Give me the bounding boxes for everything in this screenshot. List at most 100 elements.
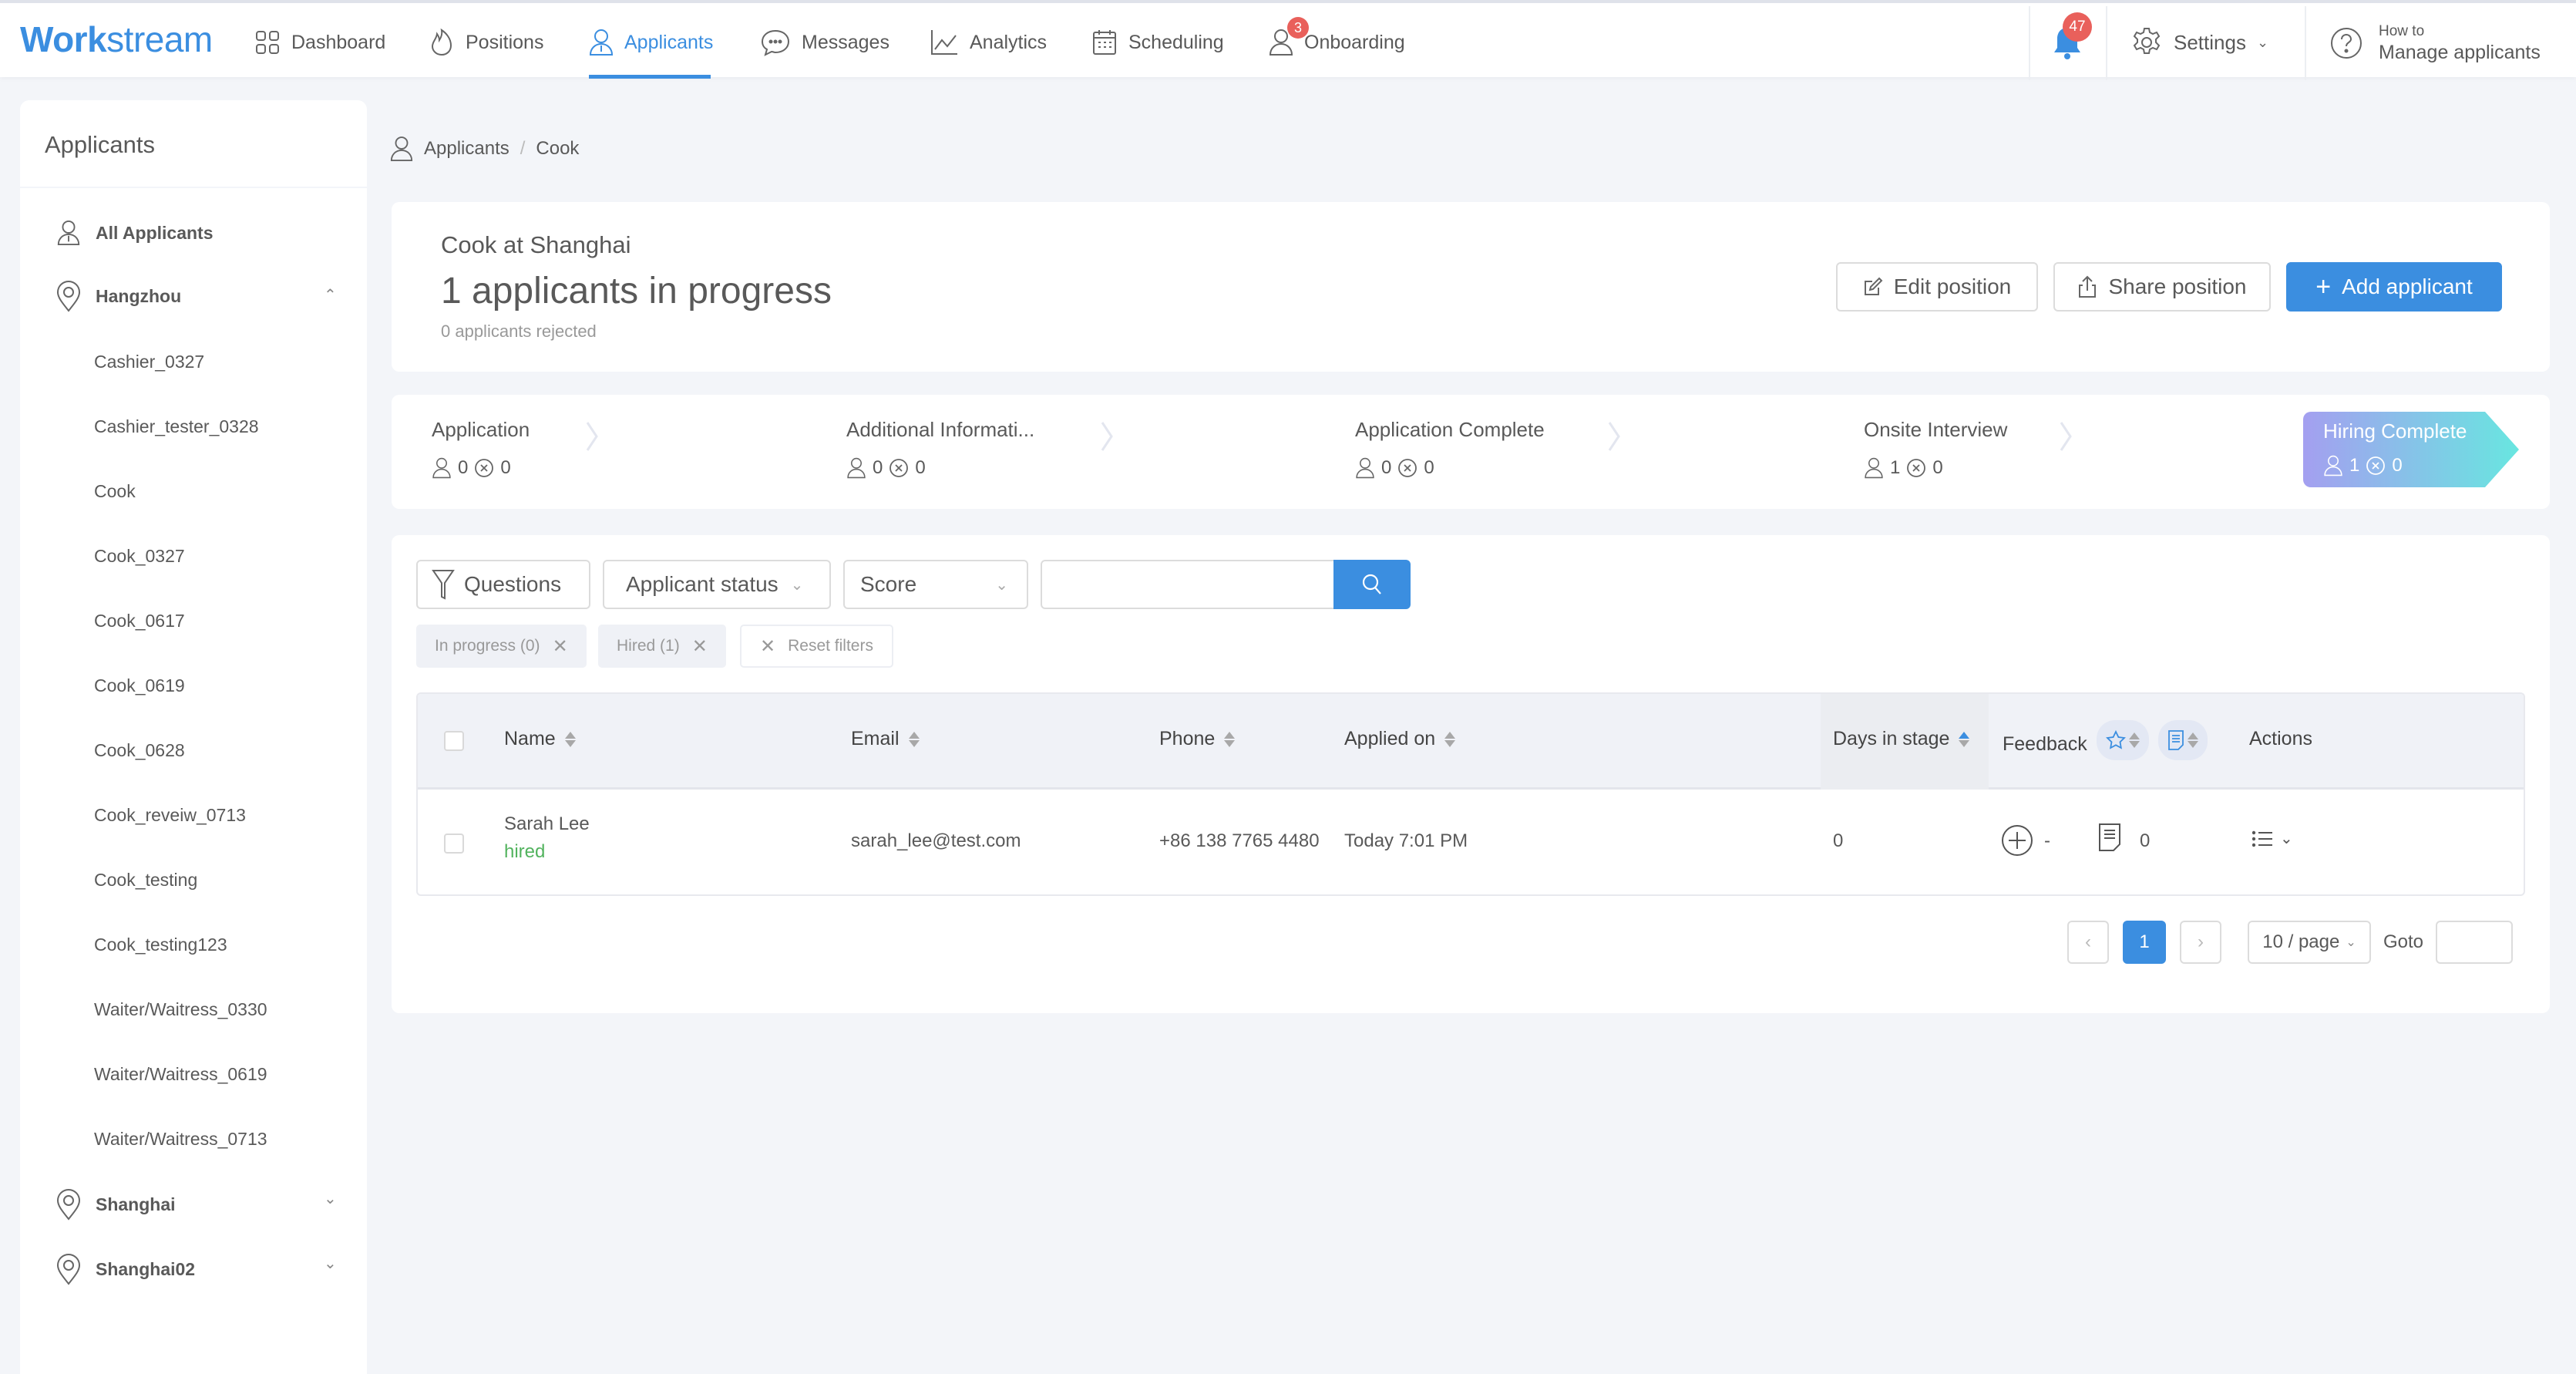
nav-applicants[interactable]: Applicants xyxy=(589,23,713,62)
column-email[interactable]: Email xyxy=(851,728,920,750)
sidebar-position[interactable]: Cook_0619 xyxy=(94,675,185,696)
edit-icon xyxy=(1864,277,1883,295)
sidebar-position[interactable]: Waiter/Waitress_0330 xyxy=(94,999,267,1020)
page-size-select[interactable]: 10 / page ⌄ xyxy=(2248,921,2371,964)
sidebar-location-hangzhou[interactable]: Hangzhou xyxy=(55,281,181,312)
nav-analytics[interactable]: Analytics xyxy=(930,23,1047,62)
stage-application[interactable]: Application 0 0 xyxy=(432,418,530,479)
add-score-button[interactable] xyxy=(2001,824,2033,857)
stage-arrow-icon xyxy=(586,422,598,451)
location-pin-icon xyxy=(56,281,81,312)
search-input[interactable] xyxy=(1041,560,1337,609)
applicant-icon xyxy=(390,136,413,161)
stage-arrow-icon xyxy=(1101,422,1113,451)
prev-page-button[interactable]: ‹ xyxy=(2067,921,2109,964)
sidebar-position[interactable]: Cook_reveiw_0713 xyxy=(94,805,246,826)
stage-applicant-count: 1 xyxy=(2349,455,2360,476)
star-icon xyxy=(2105,730,2126,749)
column-phone[interactable]: Phone xyxy=(1159,728,1236,750)
position-subtitle: Cook at Shanghai xyxy=(441,231,631,258)
sidebar-position[interactable]: Waiter/Waitress_0713 xyxy=(94,1129,267,1150)
sidebar-item-all-applicants[interactable]: All Applicants xyxy=(55,217,214,248)
filter-icon xyxy=(432,570,455,600)
chevron-down-icon[interactable]: ⌄ xyxy=(324,1189,337,1208)
stage-arrow-icon xyxy=(2060,422,2072,451)
position-header-card: Cook at Shanghai 1 applicants in progres… xyxy=(392,202,2550,372)
sidebar-position[interactable]: Cook_0327 xyxy=(94,546,185,567)
sort-by-notes-button[interactable] xyxy=(2157,720,2208,760)
stage-hiring-complete[interactable]: Hiring Complete 1 0 xyxy=(2303,412,2519,487)
score-dropdown[interactable]: Score ⌄ xyxy=(843,560,1028,609)
column-applied-on[interactable]: Applied on xyxy=(1344,728,1456,750)
help-link[interactable]: Manage applicants xyxy=(2379,42,2541,64)
sidebar-position[interactable]: Waiter/Waitress_0619 xyxy=(94,1064,267,1085)
add-applicant-button[interactable]: + Add applicant xyxy=(2286,262,2502,312)
workstream-logo[interactable]: Workstream xyxy=(20,19,213,60)
help-button[interactable] xyxy=(2329,26,2363,60)
sidebar-position[interactable]: Cook_testing xyxy=(94,870,197,891)
questions-filter-button[interactable]: Questions xyxy=(416,560,590,609)
applicant-icon xyxy=(1356,457,1374,479)
sidebar-position[interactable]: Cook xyxy=(94,481,136,502)
stage-onsite-interview[interactable]: Onsite Interview 1 0 xyxy=(1864,418,2007,479)
sidebar-title: Applicants xyxy=(45,131,156,158)
nav-messages[interactable]: Messages xyxy=(760,23,889,62)
top-nav: Workstream Dashboard Positions Applicant… xyxy=(0,0,2576,80)
filter-chip-in-progress: In progress (0) ✕ xyxy=(416,625,587,668)
nav-positions[interactable]: Positions xyxy=(429,23,543,62)
reset-filters-button[interactable]: ✕ Reset filters xyxy=(740,625,893,668)
table-row[interactable]: Sarah Lee hired sarah_lee@test.com +86 1… xyxy=(418,792,2524,894)
column-days-in-stage[interactable]: Days in stage xyxy=(1833,728,1970,750)
notifications-badge: 47 xyxy=(2063,12,2092,42)
stages-bar: Application 0 0 Additional Informati... … xyxy=(392,395,2550,509)
chevron-up-icon[interactable]: ⌃ xyxy=(324,285,337,305)
close-icon[interactable]: ✕ xyxy=(553,635,568,658)
filter-chip-hired: Hired (1) ✕ xyxy=(598,625,726,668)
actions-menu-button[interactable]: ⌄ xyxy=(2252,829,2293,848)
settings-menu[interactable]: Settings ⌄ xyxy=(2130,23,2268,62)
chevron-down-icon: ⌄ xyxy=(790,576,804,594)
chevron-down-icon: ⌄ xyxy=(2256,34,2269,50)
gear-icon xyxy=(2133,28,2161,54)
search-button[interactable] xyxy=(1333,560,1411,609)
sort-icon xyxy=(564,731,576,747)
select-all-checkbox[interactable] xyxy=(444,731,464,751)
next-page-button[interactable]: › xyxy=(2180,921,2221,964)
breadcrumb-applicants[interactable]: Applicants xyxy=(424,138,509,160)
sidebar-position[interactable]: Cashier_0327 xyxy=(94,352,204,372)
chevron-down-icon[interactable]: ⌄ xyxy=(324,1254,337,1273)
row-checkbox[interactable] xyxy=(444,833,464,854)
close-icon[interactable]: ✕ xyxy=(692,635,708,658)
notes-button[interactable] xyxy=(2098,823,2121,852)
stage-applicant-count: 1 xyxy=(1890,457,1901,478)
edit-position-button[interactable]: Edit position xyxy=(1836,262,2038,312)
sort-icon xyxy=(1959,731,1970,747)
sidebar-position[interactable]: Cook_0617 xyxy=(94,611,185,631)
location-pin-icon xyxy=(56,1254,81,1285)
search-icon xyxy=(1362,574,1381,594)
stage-additional-information[interactable]: Additional Informati... 0 0 xyxy=(846,418,1034,479)
stage-application-complete[interactable]: Application Complete 0 0 xyxy=(1355,418,1545,479)
sidebar-position[interactable]: Cashier_tester_0328 xyxy=(94,416,259,437)
notes-icon xyxy=(2099,823,2120,851)
sidebar-location-shanghai02[interactable]: Shanghai02 xyxy=(55,1254,195,1285)
page-1-button[interactable]: 1 xyxy=(2123,921,2166,964)
applicant-icon xyxy=(432,457,451,479)
stage-applicant-count: 0 xyxy=(873,457,883,478)
applicant-icon xyxy=(57,220,80,246)
sidebar-location-shanghai[interactable]: Shanghai xyxy=(55,1189,176,1221)
sidebar-position[interactable]: Cook_0628 xyxy=(94,740,185,761)
sort-by-score-button[interactable] xyxy=(2096,720,2149,760)
share-position-button[interactable]: Share position xyxy=(2053,262,2271,312)
nav-scheduling[interactable]: Scheduling xyxy=(1091,23,1224,62)
applicant-status-dropdown[interactable]: Applicant status ⌄ xyxy=(603,560,831,609)
nav-divider xyxy=(2106,6,2107,80)
list-icon xyxy=(2252,830,2272,847)
applicant-name[interactable]: Sarah Lee xyxy=(504,813,590,835)
sidebar-position[interactable]: Cook_testing123 xyxy=(94,935,227,955)
stage-rejected-count: 0 xyxy=(500,457,511,478)
nav-dashboard[interactable]: Dashboard xyxy=(254,23,385,62)
applicant-icon xyxy=(847,457,866,479)
goto-page-input[interactable] xyxy=(2436,921,2513,964)
column-name[interactable]: Name xyxy=(504,728,576,750)
